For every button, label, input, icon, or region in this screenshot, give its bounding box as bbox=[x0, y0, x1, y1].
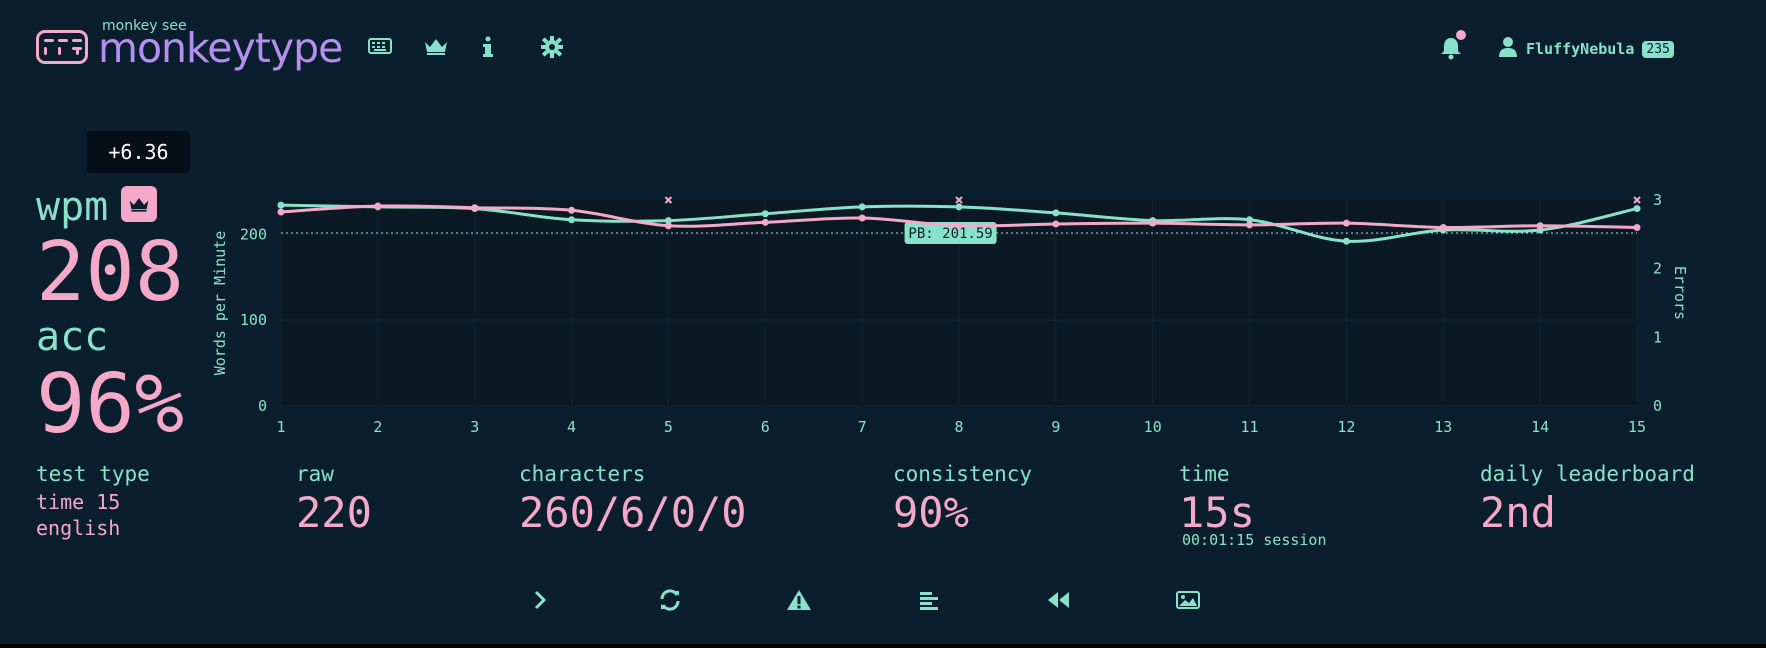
series-point-raw bbox=[277, 201, 285, 209]
series-point-wpm bbox=[664, 222, 672, 230]
series-point-wpm bbox=[1149, 219, 1157, 227]
x-tick-label: 11 bbox=[1241, 418, 1259, 436]
x-tick-label: 10 bbox=[1144, 418, 1162, 436]
gear-icon[interactable] bbox=[541, 36, 563, 62]
replay-button[interactable] bbox=[1040, 588, 1076, 616]
report-icon bbox=[786, 589, 812, 615]
series-point-wpm bbox=[374, 202, 382, 210]
wpm-improvement-tooltip: +6.36 bbox=[87, 131, 190, 173]
x-tick-label: 15 bbox=[1628, 418, 1646, 436]
characters-value: 260/6/0/0 bbox=[519, 488, 747, 537]
restart-button[interactable] bbox=[652, 588, 688, 616]
y-tick-label: 100 bbox=[240, 311, 267, 329]
y-tick-label: 200 bbox=[240, 225, 267, 243]
daily-leaderboard-value: 2nd bbox=[1480, 488, 1556, 537]
x-tick-label: 14 bbox=[1531, 418, 1549, 436]
daily-leaderboard-label: daily leaderboard bbox=[1480, 462, 1695, 486]
top-navbar: monkey see monkeytype FluffyNebula 235 bbox=[36, 18, 1766, 78]
test-type-label: test type bbox=[36, 462, 150, 486]
y2-axis-title: Errors bbox=[1671, 266, 1689, 320]
series-point-wpm bbox=[1536, 222, 1544, 230]
series-point-wpm bbox=[1633, 223, 1641, 231]
series-point-wpm bbox=[568, 206, 576, 214]
next-test-icon bbox=[533, 590, 547, 614]
raw-value: 220 bbox=[296, 488, 372, 537]
y2-tick-label: 2 bbox=[1653, 260, 1662, 278]
series-point-raw bbox=[1052, 209, 1060, 217]
acc-label: acc bbox=[36, 314, 109, 360]
restart-icon bbox=[658, 588, 682, 616]
x-tick-label: 8 bbox=[954, 418, 963, 436]
keyboard-icon[interactable] bbox=[368, 36, 392, 60]
x-tick-label: 5 bbox=[664, 418, 673, 436]
info-icon[interactable] bbox=[482, 36, 494, 62]
level-badge: 235 bbox=[1642, 40, 1674, 58]
series-point-raw bbox=[858, 203, 866, 211]
series-point-raw bbox=[1342, 237, 1350, 245]
series-point-wpm bbox=[277, 208, 285, 216]
series-point-raw bbox=[955, 203, 963, 211]
x-tick-label: 3 bbox=[470, 418, 479, 436]
words-history-icon bbox=[919, 590, 939, 614]
consistency-value: 90% bbox=[893, 488, 969, 537]
screenshot-button[interactable] bbox=[1170, 588, 1206, 616]
x-tick-label: 1 bbox=[276, 418, 285, 436]
series-point-wpm bbox=[761, 218, 769, 226]
characters-label: characters bbox=[519, 462, 646, 486]
session-time: 00:01:15 session bbox=[1182, 531, 1327, 549]
x-tick-label: 2 bbox=[373, 418, 382, 436]
x-tick-label: 12 bbox=[1337, 418, 1355, 436]
wpm-chart: 010020001231 2 3 4 5 6 7 8 9 10 11 12 13 14 15Words pe… bbox=[211, 191, 1689, 436]
x-tick-label: 13 bbox=[1434, 418, 1452, 436]
y2-tick-label: 0 bbox=[1653, 397, 1662, 415]
test-type-mode[interactable]: time 15 bbox=[36, 490, 120, 514]
monkeytype-logo-icon[interactable] bbox=[36, 30, 88, 64]
pb-label: PB: 201.59 bbox=[908, 226, 992, 242]
x-tick-label: 4 bbox=[567, 418, 576, 436]
series-point-wpm bbox=[1342, 219, 1350, 227]
logo-text[interactable]: monkeytype bbox=[98, 24, 343, 72]
x-tick-label: 9 bbox=[1051, 418, 1060, 436]
series-point-raw bbox=[761, 210, 769, 218]
acc-value: 96% bbox=[36, 357, 185, 452]
time-label: time bbox=[1179, 462, 1230, 486]
report-button[interactable] bbox=[781, 588, 817, 616]
username: FluffyNebula bbox=[1526, 40, 1635, 58]
notification-dot bbox=[1456, 30, 1466, 40]
y-tick-label: 0 bbox=[258, 397, 267, 415]
wpm-value: 208 bbox=[36, 225, 185, 320]
series-point-wpm bbox=[1246, 221, 1254, 229]
personal-best-crown-icon bbox=[121, 186, 157, 222]
wpm-label: wpm bbox=[36, 184, 109, 230]
series-point-wpm bbox=[858, 214, 866, 222]
replay-icon bbox=[1045, 590, 1071, 614]
screenshot-icon bbox=[1176, 590, 1200, 614]
bottom-edge bbox=[0, 644, 1766, 648]
y2-tick-label: 3 bbox=[1653, 191, 1662, 209]
crown-icon[interactable] bbox=[423, 36, 449, 60]
test-type-language[interactable]: english bbox=[36, 516, 120, 540]
series-point-wpm bbox=[1052, 220, 1060, 228]
next-test-button[interactable] bbox=[522, 588, 558, 616]
consistency-label: consistency bbox=[893, 462, 1033, 486]
series-point-wpm bbox=[955, 222, 963, 230]
words-history-button[interactable] bbox=[911, 588, 947, 616]
x-tick-label: 7 bbox=[858, 418, 867, 436]
user-icon bbox=[1498, 36, 1518, 62]
series-point-wpm bbox=[1439, 223, 1447, 231]
time-value: 15s bbox=[1179, 488, 1255, 537]
series-point-raw bbox=[568, 216, 576, 224]
notifications-bell-icon[interactable] bbox=[1440, 30, 1466, 64]
account-button[interactable]: FluffyNebula 235 bbox=[1498, 36, 1674, 62]
y-axis-title: Words per Minute bbox=[211, 231, 229, 376]
series-point-wpm bbox=[471, 204, 479, 212]
raw-label: raw bbox=[296, 462, 334, 486]
y2-tick-label: 1 bbox=[1653, 328, 1662, 346]
series-point-raw bbox=[1633, 205, 1641, 213]
x-tick-label: 6 bbox=[761, 418, 770, 436]
